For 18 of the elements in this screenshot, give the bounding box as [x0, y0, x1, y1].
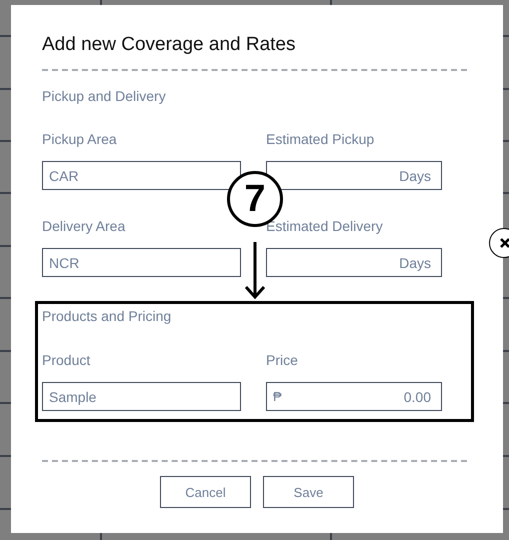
input-field[interactable]: Days	[266, 248, 442, 277]
input-field[interactable]: NCR	[42, 248, 241, 277]
field-label: Delivery Area	[42, 218, 126, 234]
dialog-title: Add new Coverage and Rates	[42, 33, 296, 57]
close-icon	[500, 238, 509, 248]
section-title: Products and Pricing	[42, 308, 172, 324]
cancel-button[interactable]: Cancel	[160, 476, 251, 508]
down-arrow	[244, 242, 266, 300]
field-label: Price	[266, 352, 299, 368]
field-label: Estimated Pickup	[266, 131, 376, 147]
input-field[interactable]: Sample	[42, 382, 241, 411]
save-button[interactable]: Save	[263, 476, 354, 508]
input-field[interactable]: CAR	[42, 161, 241, 190]
section-title: Pickup and Delivery	[42, 88, 167, 104]
input-field[interactable]: Days	[266, 161, 442, 190]
field-label: Pickup Area	[42, 131, 118, 147]
field-label: Product	[42, 352, 92, 368]
input-field[interactable]: ₱ 0.00	[266, 382, 442, 411]
